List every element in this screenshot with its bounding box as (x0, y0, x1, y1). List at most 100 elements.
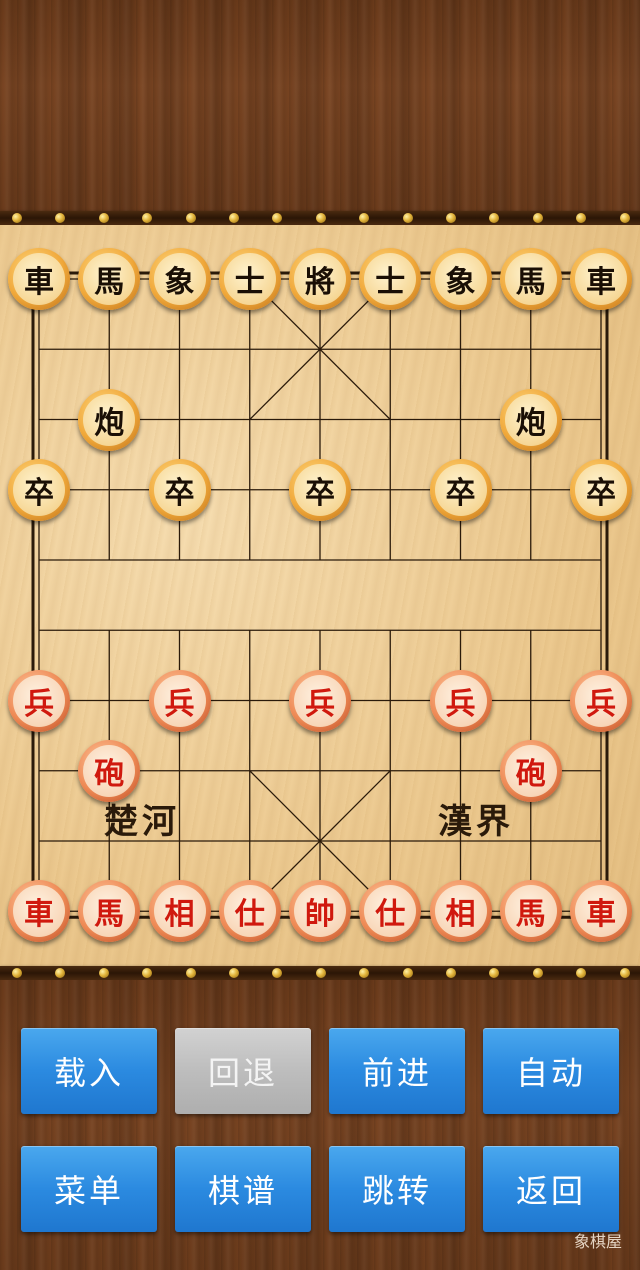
auto-button[interactable]: 自动 (483, 1028, 619, 1114)
piece-black[interactable]: 卒 (289, 458, 351, 521)
piece-black[interactable]: 卒 (148, 458, 211, 521)
piece-red[interactable]: 兵 (148, 669, 211, 732)
rail-stud (402, 213, 413, 223)
piece-label: 馬 (83, 885, 136, 938)
piece-red[interactable]: 車 (8, 880, 70, 943)
piece-red[interactable]: 砲 (78, 739, 141, 802)
rail-stud (142, 213, 153, 223)
piece-black[interactable]: 車 (8, 248, 70, 310)
rail-stud (576, 968, 587, 978)
rail-stud (98, 968, 109, 978)
rail-stud (532, 213, 543, 223)
river-label-left: 楚河 (104, 802, 180, 842)
piece-red[interactable]: 相 (148, 880, 211, 943)
piece-label: 炮 (504, 393, 557, 446)
rail-stud (489, 213, 500, 223)
piece-black[interactable]: 象 (429, 248, 492, 310)
piece-black[interactable]: 象 (148, 248, 211, 310)
piece-red[interactable]: 兵 (289, 669, 351, 732)
piece-label: 車 (575, 885, 627, 938)
piece-label: 砲 (504, 744, 557, 797)
rail-stud (98, 213, 109, 223)
forward-button[interactable]: 前进 (329, 1028, 465, 1114)
load-button[interactable]: 载入 (21, 1028, 157, 1114)
piece-label: 兵 (575, 674, 627, 727)
rail-stud (576, 213, 587, 223)
piece-label: 車 (13, 885, 65, 938)
piece-label: 仕 (364, 885, 417, 938)
piece-black[interactable]: 馬 (78, 248, 141, 310)
piece-label: 馬 (83, 253, 136, 305)
piece-black[interactable]: 卒 (429, 458, 492, 521)
piece-label: 兵 (294, 674, 346, 727)
menu-button[interactable]: 菜单 (21, 1146, 157, 1232)
rail-stud (272, 968, 283, 978)
undo-button[interactable]: 回退 (175, 1028, 311, 1114)
piece-red[interactable]: 車 (570, 880, 632, 943)
piece-label: 砲 (83, 744, 136, 797)
rail-stud (229, 213, 239, 223)
piece-black[interactable]: 士 (359, 248, 422, 310)
piece-red[interactable]: 仕 (218, 880, 281, 943)
piece-red[interactable]: 帥 (289, 880, 351, 943)
piece-label: 車 (13, 253, 65, 305)
rail-stud (185, 968, 196, 978)
piece-red[interactable]: 砲 (499, 739, 562, 802)
rail-stud (142, 968, 153, 978)
piece-red[interactable]: 兵 (570, 669, 632, 732)
piece-label: 馬 (504, 253, 557, 305)
back-button[interactable]: 返回 (483, 1146, 619, 1232)
piece-black[interactable]: 馬 (499, 248, 562, 310)
piece-label: 士 (223, 253, 276, 305)
rail-stud (55, 968, 66, 978)
xiangqi-board[interactable]: 楚河 漢界 (0, 225, 640, 966)
piece-label: 卒 (434, 463, 487, 516)
records-button[interactable]: 棋谱 (175, 1146, 311, 1232)
piece-label: 帥 (294, 885, 346, 938)
piece-label: 兵 (153, 674, 206, 727)
board-grid (31, 271, 609, 919)
piece-label: 卒 (294, 463, 346, 516)
piece-label: 車 (575, 253, 627, 305)
piece-label: 兵 (13, 674, 65, 727)
rail-stud (315, 968, 326, 978)
rail-stud (229, 968, 239, 978)
piece-label: 炮 (83, 393, 136, 446)
piece-label: 卒 (575, 463, 627, 516)
piece-label: 象 (434, 253, 487, 305)
piece-label: 象 (153, 253, 206, 305)
piece-red[interactable]: 相 (429, 880, 492, 943)
rail-stud (402, 968, 413, 978)
jump-button[interactable]: 跳转 (329, 1146, 465, 1232)
rail-stud (185, 213, 196, 223)
rail-stud (359, 213, 370, 223)
piece-black[interactable]: 將 (289, 248, 351, 310)
rail-stud (12, 968, 22, 978)
piece-red[interactable]: 兵 (429, 669, 492, 732)
rail-stud (12, 213, 22, 223)
rail-stud (359, 968, 370, 978)
piece-label: 士 (364, 253, 417, 305)
piece-red[interactable]: 馬 (499, 880, 562, 943)
piece-label: 兵 (434, 674, 487, 727)
piece-red[interactable]: 兵 (8, 669, 70, 732)
rail-stud (532, 968, 543, 978)
rail-stud (315, 213, 326, 223)
board-rail-bottom (0, 966, 640, 980)
rail-stud (272, 213, 283, 223)
piece-label: 相 (434, 885, 487, 938)
rail-stud (619, 213, 630, 223)
piece-black[interactable]: 炮 (78, 388, 141, 451)
piece-label: 相 (153, 885, 206, 938)
piece-black[interactable]: 炮 (499, 388, 562, 451)
rail-stud (489, 968, 500, 978)
board-rail-top (0, 211, 640, 225)
piece-black[interactable]: 士 (218, 248, 281, 310)
rail-stud (446, 213, 456, 223)
river-label-right: 漢界 (438, 802, 514, 842)
piece-black[interactable]: 卒 (570, 458, 632, 521)
piece-label: 仕 (223, 885, 276, 938)
watermark-logo: 象棋屋 (573, 1232, 622, 1251)
piece-black[interactable]: 卒 (8, 458, 70, 521)
piece-black[interactable]: 車 (570, 248, 632, 310)
